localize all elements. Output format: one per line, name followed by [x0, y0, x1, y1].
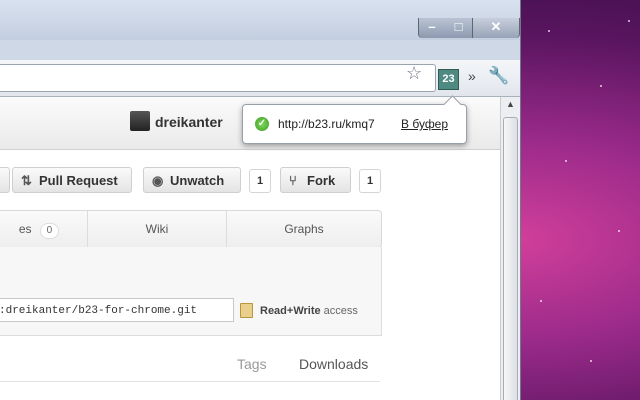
pull-request-label: Pull Request: [39, 173, 118, 188]
scroll-thumb[interactable]: [503, 117, 518, 400]
address-bar[interactable]: [0, 64, 436, 92]
access-level: Read+Write access: [260, 305, 358, 317]
clipboard-icon[interactable]: [240, 303, 253, 318]
clone-url-input[interactable]: :dreikanter/b23-for-chrome.git: [0, 298, 234, 322]
partial-button[interactable]: [0, 167, 10, 193]
title-bar: – □ ✕: [0, 0, 520, 40]
close-button[interactable]: ✕: [473, 18, 520, 38]
downloads-link[interactable]: Downloads: [299, 356, 368, 372]
repo-tabs: es 0 Wiki Graphs: [0, 210, 382, 248]
access-rest: access: [320, 305, 358, 317]
fork-icon: ⑂: [289, 173, 297, 188]
tags-link[interactable]: Tags: [237, 356, 267, 372]
tab-graphs[interactable]: Graphs: [227, 211, 381, 247]
browser-window: – □ ✕ ☆ 23 » 🔧 dreikanter ⇅ Pull Request …: [0, 0, 521, 400]
fork-button[interactable]: ⑂ Fork: [280, 167, 351, 193]
issues-count-badge: 0: [39, 223, 60, 239]
pull-request-icon: ⇅: [21, 173, 32, 188]
divider: [0, 381, 380, 382]
avatar[interactable]: [130, 111, 150, 131]
wallpaper-star: [565, 160, 567, 162]
wallpaper-star: [628, 20, 630, 22]
unwatch-count[interactable]: 1: [249, 169, 271, 193]
extension-popup: ✓ http://b23.ru/kmq7 В буфер: [242, 95, 467, 144]
vertical-scrollbar[interactable]: ▲: [500, 97, 520, 400]
wallpaper-star: [590, 360, 592, 362]
short-url[interactable]: http://b23.ru/kmq7: [278, 117, 375, 131]
wallpaper-star: [540, 300, 542, 302]
wrench-icon[interactable]: 🔧: [488, 66, 509, 86]
minimize-button[interactable]: –: [418, 18, 446, 38]
extension-icon[interactable]: 23: [438, 69, 459, 90]
pull-request-button[interactable]: ⇅ Pull Request: [12, 167, 132, 193]
tab-wiki[interactable]: Wiki: [88, 211, 227, 247]
star-icon[interactable]: ☆: [406, 63, 422, 84]
access-bold: Read+Write: [260, 305, 321, 317]
fork-count[interactable]: 1: [359, 169, 381, 193]
browser-toolbar: ☆ 23 » 🔧: [0, 60, 520, 97]
tab-issues[interactable]: es 0: [0, 211, 88, 247]
unwatch-label: Unwatch: [170, 173, 225, 188]
wallpaper-star: [548, 30, 550, 32]
wallpaper-star: [600, 85, 602, 87]
fork-label: Fork: [307, 173, 336, 188]
eye-icon: ◉: [152, 173, 164, 188]
copy-to-clipboard-link[interactable]: В буфер: [401, 117, 448, 131]
check-icon: ✓: [255, 117, 269, 131]
maximize-button[interactable]: □: [445, 18, 473, 38]
wallpaper-star: [618, 230, 620, 232]
chevron-icon[interactable]: »: [468, 68, 476, 84]
scroll-up-icon[interactable]: ▲: [506, 99, 515, 109]
unwatch-button[interactable]: ◉ Unwatch: [143, 167, 241, 193]
tab-label: es: [18, 222, 32, 236]
username-link[interactable]: dreikanter: [155, 114, 223, 130]
